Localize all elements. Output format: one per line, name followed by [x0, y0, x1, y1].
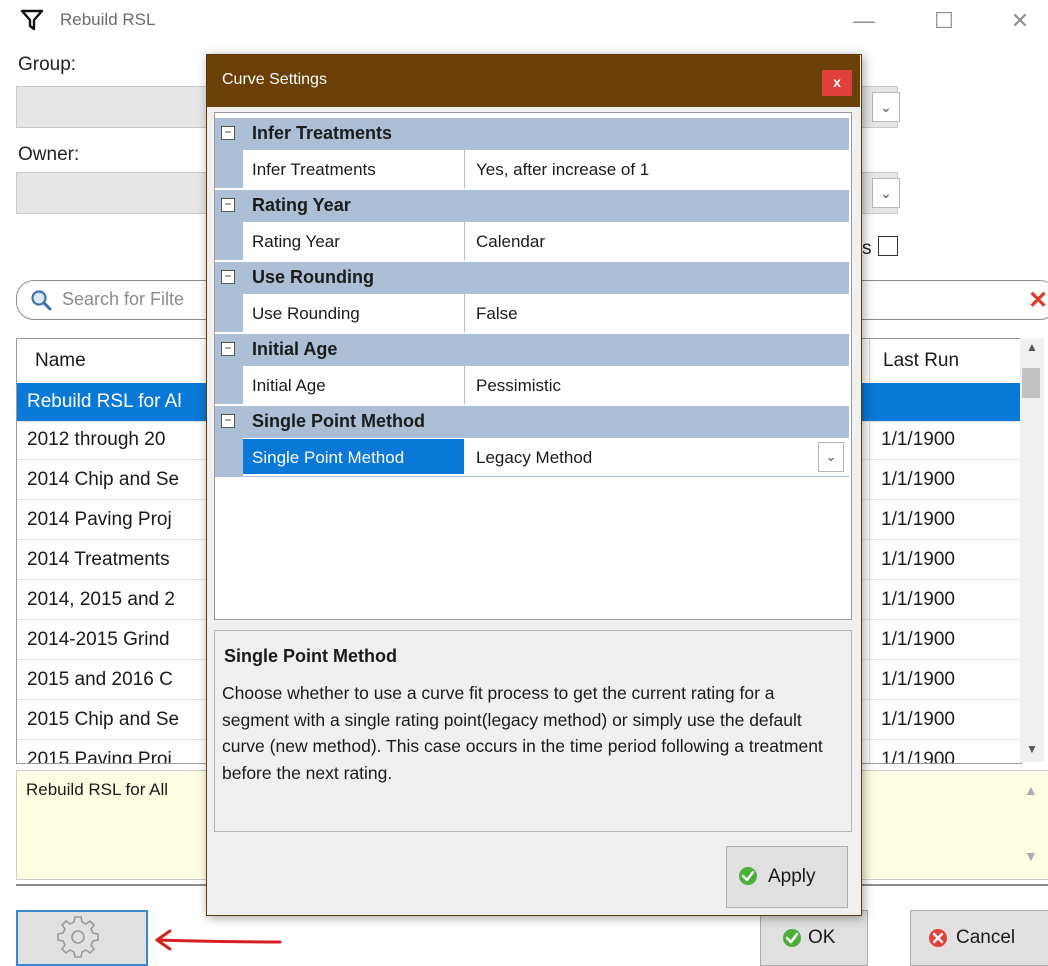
search-placeholder: Search for Filte [62, 289, 185, 309]
minimize-button[interactable]: — [842, 6, 886, 36]
property-name: Use Rounding [252, 304, 360, 323]
scroll-up-icon[interactable]: ▲ [1026, 340, 1038, 354]
help-text: Choose whether to use a curve fit proces… [222, 683, 823, 783]
gear-icon [57, 916, 99, 958]
property-value[interactable]: Yes, after increase of 1 [476, 160, 649, 180]
collapse-icon[interactable]: − [221, 270, 235, 284]
property-value-dropdown[interactable]: Legacy Method [476, 448, 592, 468]
property-gutter [215, 438, 243, 476]
filter-icon [20, 9, 44, 31]
scroll-down-icon[interactable]: ▼ [1026, 742, 1038, 756]
property-name: Rating Year [252, 232, 340, 251]
grid-vertical-scrollbar[interactable] [1020, 338, 1044, 762]
category-label: Use Rounding [252, 267, 374, 287]
property-separator [215, 476, 849, 477]
property-gutter [215, 222, 243, 260]
collapse-icon[interactable]: − [221, 414, 235, 428]
annotation-arrow-icon [155, 929, 282, 951]
property-divider [464, 366, 465, 404]
collapse-icon[interactable]: − [221, 342, 235, 356]
cancel-label: Cancel [956, 927, 1016, 948]
property-gutter [215, 366, 243, 404]
category-label: Rating Year [252, 195, 351, 215]
group-label: Group: [18, 54, 77, 75]
collapse-icon[interactable]: − [221, 126, 235, 140]
property-value[interactable]: False [476, 304, 518, 324]
dialog-title: Curve Settings [222, 71, 327, 88]
search-icon [31, 290, 52, 311]
check-icon [783, 929, 801, 947]
clear-search-icon[interactable]: ✕ [1028, 286, 1048, 315]
property-name: Infer Treatments [252, 160, 376, 179]
dialog-close-button[interactable]: x [822, 70, 852, 96]
window-titlebar [0, 0, 1048, 42]
checkbox-label: s [862, 238, 872, 259]
description-text: Rebuild RSL for All [26, 780, 169, 799]
chevron-down-icon[interactable]: ⌄ [818, 442, 844, 472]
property-divider [464, 222, 465, 260]
description-scroll-up-icon[interactable]: ▲ [1024, 782, 1038, 798]
check-icon [739, 867, 757, 885]
option-checkbox[interactable] [878, 236, 898, 256]
column-header-name[interactable]: Name [35, 350, 86, 372]
cancel-icon [929, 929, 947, 947]
owner-dropdown-arrow-icon[interactable]: ⌄ [872, 178, 900, 208]
property-value[interactable]: Pessimistic [476, 376, 561, 396]
category-label: Initial Age [252, 339, 338, 359]
collapse-icon[interactable]: − [221, 198, 235, 212]
property-gutter [215, 150, 243, 188]
apply-label: Apply [768, 866, 816, 887]
window-close-button[interactable]: ✕ [998, 6, 1042, 36]
window-title: Rebuild RSL [60, 10, 156, 29]
property-divider [464, 150, 465, 188]
property-name: Single Point Method [252, 448, 405, 467]
help-title: Single Point Method [224, 646, 397, 666]
ok-label: OK [808, 927, 836, 948]
column-header-last-run[interactable]: Last Run [883, 350, 959, 372]
property-divider [464, 294, 465, 332]
maximize-button[interactable]: ☐ [922, 6, 966, 36]
category-label: Infer Treatments [252, 123, 393, 143]
grid-scroll-thumb[interactable] [1022, 368, 1040, 398]
owner-label: Owner: [18, 144, 80, 165]
property-gutter [215, 294, 243, 332]
property-name: Initial Age [252, 376, 326, 395]
category-label: Single Point Method [252, 411, 425, 431]
description-scroll-down-icon[interactable]: ▼ [1024, 848, 1038, 864]
property-value[interactable]: Calendar [476, 232, 545, 252]
group-dropdown-arrow-icon[interactable]: ⌄ [872, 92, 900, 122]
